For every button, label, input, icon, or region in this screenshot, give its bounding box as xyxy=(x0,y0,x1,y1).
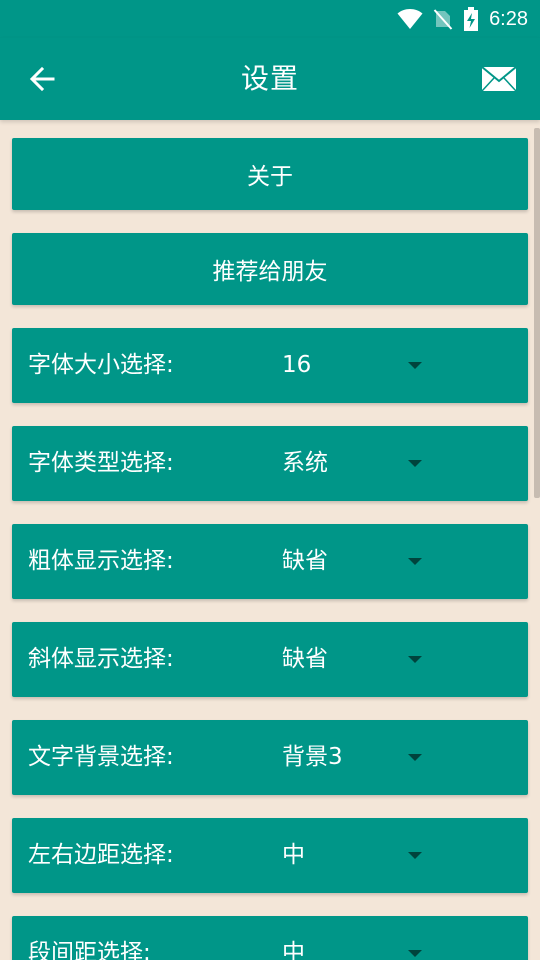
paragraph-spacing-label: 段间距选择: xyxy=(28,940,151,960)
text-background-row: 文字背景选择: 背景3 xyxy=(12,720,528,795)
font-size-label: 字体大小选择: xyxy=(28,352,174,378)
dropdown-arrow-icon xyxy=(408,852,422,859)
font-size-select[interactable]: 16 xyxy=(270,328,450,403)
status-icons: 6:28 xyxy=(397,0,528,38)
bold-label: 粗体显示选择: xyxy=(28,548,174,574)
battery-charging-icon xyxy=(463,7,479,31)
dropdown-arrow-icon xyxy=(408,558,422,565)
font-type-value: 系统 xyxy=(282,450,328,476)
paragraph-spacing-select[interactable]: 中 xyxy=(270,916,450,960)
bold-select[interactable]: 缺省 xyxy=(270,524,450,599)
italic-label: 斜体显示选择: xyxy=(28,646,174,672)
font-size-row: 字体大小选择: 16 xyxy=(12,328,528,403)
text-background-value: 背景3 xyxy=(282,744,343,770)
paragraph-spacing-value: 中 xyxy=(282,940,305,960)
italic-row: 斜体显示选择: 缺省 xyxy=(12,622,528,697)
page-title: 设置 xyxy=(240,62,299,95)
italic-value: 缺省 xyxy=(282,646,328,672)
wifi-icon xyxy=(397,8,423,30)
paragraph-spacing-row: 段间距选择: 中 xyxy=(12,916,528,960)
about-button[interactable]: 关于 xyxy=(12,138,528,210)
text-background-select[interactable]: 背景3 xyxy=(270,720,450,795)
dropdown-arrow-icon xyxy=(408,460,422,467)
margin-label: 左右边距选择: xyxy=(28,842,174,868)
font-size-value: 16 xyxy=(282,352,312,378)
app-bar: 设置 xyxy=(0,38,540,120)
italic-select[interactable]: 缺省 xyxy=(270,622,450,697)
font-type-row: 字体类型选择: 系统 xyxy=(12,426,528,501)
status-bar: 6:28 xyxy=(0,0,540,38)
margin-value: 中 xyxy=(282,842,305,868)
scrollbar[interactable] xyxy=(534,128,540,498)
status-time: 6:28 xyxy=(489,7,528,30)
dropdown-arrow-icon xyxy=(408,754,422,761)
dropdown-arrow-icon xyxy=(408,362,422,369)
recommend-button[interactable]: 推荐给朋友 xyxy=(12,233,528,305)
bold-row: 粗体显示选择: 缺省 xyxy=(12,524,528,599)
margin-row: 左右边距选择: 中 xyxy=(12,818,528,893)
text-background-label: 文字背景选择: xyxy=(28,744,174,770)
mail-icon xyxy=(481,66,517,92)
dropdown-arrow-icon xyxy=(408,950,422,957)
settings-list[interactable]: 关于 推荐给朋友 字体大小选择: 16 字体类型选择: 系统 粗体显示选择: 缺… xyxy=(0,120,540,960)
margin-select[interactable]: 中 xyxy=(270,818,450,893)
dropdown-arrow-icon xyxy=(408,656,422,663)
no-signal-icon xyxy=(433,8,453,30)
mail-button[interactable] xyxy=(480,63,518,95)
bold-value: 缺省 xyxy=(282,548,328,574)
font-type-select[interactable]: 系统 xyxy=(270,426,450,501)
font-type-label: 字体类型选择: xyxy=(28,450,174,476)
